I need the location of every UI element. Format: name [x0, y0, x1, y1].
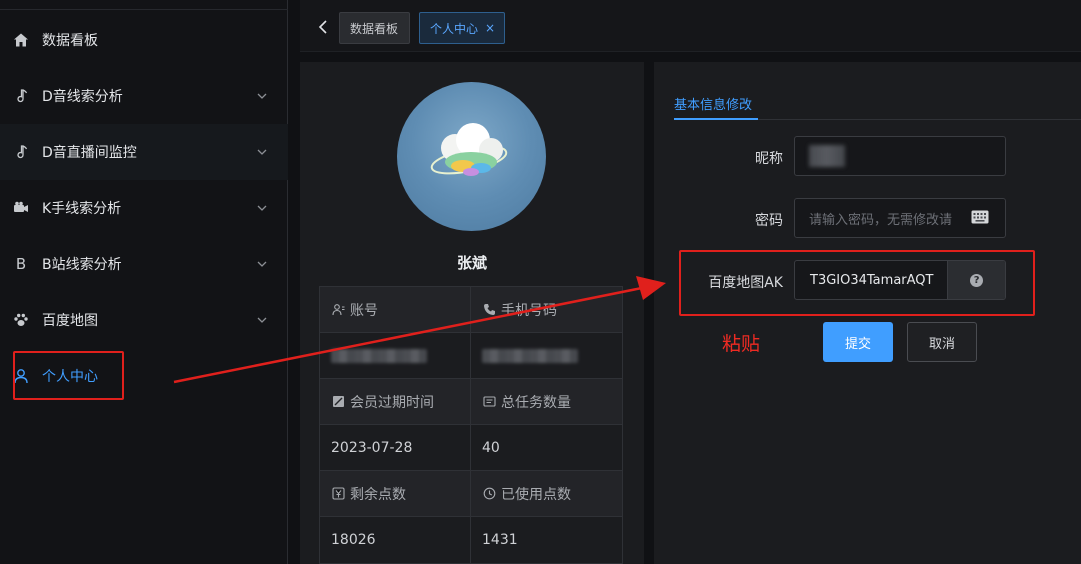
sidebar-item-bilibili-leads[interactable]: B B站线索分析 [0, 236, 288, 292]
tags-bar [300, 0, 1081, 52]
sidebar-item-kuaishou-leads[interactable]: K手线索分析 [0, 180, 288, 236]
chevron-down-icon [257, 317, 267, 323]
password-label: 密码 [755, 213, 783, 229]
keyboard-icon[interactable] [971, 210, 989, 224]
tab-label: 个人中心 [430, 21, 479, 36]
redacted-value [331, 348, 427, 363]
table-row: 剩余点数 已使用点数 [320, 471, 622, 517]
table-row: 账号 手机号码 [320, 287, 622, 333]
remaining-value-cell: 18026 [320, 517, 471, 563]
avatar [397, 82, 546, 231]
sidebar-item-douyin-live-monitor[interactable]: D音直播间监控 [0, 124, 288, 180]
account-value-cell [320, 333, 471, 378]
music-note-icon [12, 87, 30, 105]
tab-basic-info[interactable]: 基本信息修改 [674, 94, 752, 113]
question-icon: ? [970, 273, 984, 287]
calendar-icon [331, 395, 345, 409]
used-label-cell: 已使用点数 [471, 471, 622, 516]
music-note-icon [12, 143, 30, 161]
sidebar-item-label: 百度地图 [42, 313, 98, 329]
annotation-paste-note: 粘贴 [722, 333, 761, 355]
chevron-down-icon [257, 149, 267, 155]
sidebar-item-label: D音线索分析 [42, 89, 123, 105]
field-label: 已使用点数 [501, 486, 571, 503]
profile-info-table: 账号 手机号码 会员过期时间 总任务数量 2023-07-28 40 剩余点数 … [319, 286, 623, 564]
chevron-down-icon [257, 205, 267, 211]
b-letter-icon: B [15, 255, 27, 273]
password-placeholder: 请输入密码，无需修改请 [809, 212, 953, 228]
redacted-value [482, 348, 578, 363]
user-name: 张斌 [456, 254, 487, 272]
table-row: 会员过期时间 总任务数量 [320, 379, 622, 425]
submit-button[interactable]: 提交 [823, 322, 893, 362]
sidebar-item-dashboard[interactable]: 数据看板 [0, 12, 288, 68]
task-list-icon [482, 395, 496, 409]
field-label: 账号 [350, 302, 378, 319]
back-button[interactable] [315, 16, 331, 38]
field-label: 总任务数量 [501, 394, 571, 411]
sidebar-item-label: B站线索分析 [42, 257, 122, 273]
field-label: 会员过期时间 [350, 394, 434, 411]
table-row [320, 333, 622, 379]
sidebar-item-baidu-map[interactable]: 百度地图 [0, 292, 288, 348]
user-icon [12, 367, 30, 385]
expire-label-cell: 会员过期时间 [320, 379, 471, 424]
chevron-down-icon [257, 261, 267, 267]
baidu-ak-value: T3GIO34TamarAQT [810, 272, 934, 288]
used-value-cell: 1431 [482, 532, 518, 548]
remaining-label-cell: 剩余点数 [320, 471, 471, 516]
home-icon [12, 31, 30, 49]
field-label: 手机号码 [501, 302, 557, 319]
account-label-cell: 账号 [320, 287, 471, 332]
redacted-value [809, 145, 845, 167]
cancel-button[interactable]: 取消 [907, 322, 977, 362]
nickname-label: 昵称 [755, 151, 783, 167]
tab-personal-center[interactable]: 个人中心 × [419, 12, 505, 44]
tab-active-indicator [674, 118, 758, 120]
expire-value-cell: 2023-07-28 [320, 425, 471, 470]
phone-icon [482, 303, 496, 317]
nickname-input[interactable] [794, 136, 1006, 176]
table-row: 2023-07-28 40 [320, 425, 622, 471]
sidebar-item-label: K手线索分析 [42, 201, 122, 217]
phone-value-cell [471, 333, 622, 378]
sidebar-item-douyin-leads[interactable]: D音线索分析 [0, 68, 288, 124]
yuan-icon [331, 487, 345, 501]
sidebar-item-label: 个人中心 [42, 369, 98, 385]
chevron-down-icon [257, 93, 267, 99]
tab-label: 数据看板 [350, 21, 399, 36]
total-tasks-value-cell: 40 [482, 439, 500, 456]
total-tasks-label-cell: 总任务数量 [471, 379, 622, 424]
baidu-ak-input[interactable]: T3GIO34TamarAQT ? [794, 260, 1006, 300]
baidu-ak-label: 百度地图AK [708, 275, 783, 291]
sidebar-item-label: D音直播间监控 [42, 145, 137, 161]
video-camera-icon [12, 199, 30, 217]
sidebar-item-label: 数据看板 [42, 33, 98, 49]
chevron-left-icon [318, 20, 327, 34]
user-card-icon [331, 303, 345, 317]
field-label: 剩余点数 [350, 486, 406, 503]
cloud-avatar-image [430, 123, 508, 176]
close-icon[interactable]: × [485, 21, 495, 35]
ak-help-button[interactable]: ? [947, 261, 1005, 299]
clock-icon [482, 487, 496, 501]
sidebar-divider [0, 9, 288, 10]
tab-dashboard[interactable]: 数据看板 [339, 12, 410, 44]
table-row: 18026 1431 [320, 517, 622, 563]
phone-label-cell: 手机号码 [471, 287, 622, 332]
sidebar-item-personal-center[interactable]: 个人中心 [0, 348, 288, 404]
paw-icon [12, 311, 30, 329]
